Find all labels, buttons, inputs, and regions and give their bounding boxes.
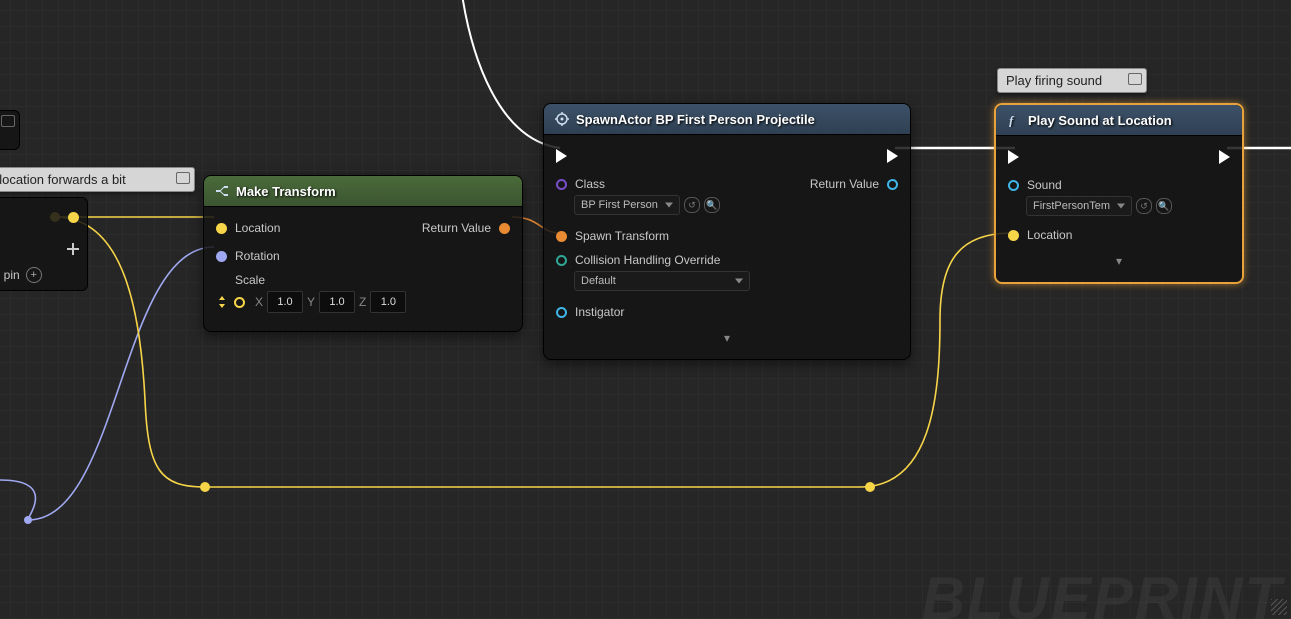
make-struct-icon [214,183,230,199]
add-pin-plus-icon[interactable]: + [26,267,42,283]
pin-label: Return Value [810,177,879,191]
pin-out-vector[interactable] [68,212,79,223]
pin-out-transform[interactable] [499,223,510,234]
axis-label-z: Z [359,295,366,309]
pin-in-collision[interactable] [556,255,567,266]
comment-bubble-icon [1128,73,1142,85]
spawn-icon [554,111,570,127]
pin-in-scale[interactable] [216,296,228,308]
pin-in-location[interactable] [216,223,227,234]
scale-y-input[interactable] [319,291,355,313]
node-fragment-top[interactable] [0,110,20,150]
comment-spawn-location[interactable]: wn location forwards a bit [0,167,195,192]
reset-icon[interactable]: ↺ [684,197,700,213]
blueprint-watermark: BLUEPRINT [922,564,1283,619]
node-header[interactable]: Make Transform [204,176,522,207]
pin-in-instigator[interactable] [556,307,567,318]
pin-label: Location [1027,228,1072,242]
node-header[interactable]: f Play Sound at Location [996,105,1242,136]
comment-play-sound[interactable]: Play firing sound [997,68,1147,93]
pin-label: Rotation [235,249,280,263]
comment-bubble-icon [176,172,190,184]
pin-label: Instigator [575,305,624,319]
pin-label: Scale [235,273,265,287]
node-play-sound[interactable]: f Play Sound at Location Sound FirstPers… [994,103,1244,284]
exec-pin-in[interactable] [1008,150,1019,164]
node-title: SpawnActor BP First Person Projectile [576,112,815,127]
exec-pin-out[interactable] [1219,150,1230,164]
node-title: Play Sound at Location [1028,113,1172,128]
expand-chevron-icon[interactable]: ▾ [1008,252,1230,270]
function-icon: f [1006,112,1022,128]
class-dropdown[interactable]: BP First Person [574,195,680,215]
pin-label: Location [235,221,280,235]
sound-dropdown[interactable]: FirstPersonTem [1026,196,1132,216]
resize-handle[interactable] [1271,599,1287,615]
pin-label: Sound [1027,178,1062,192]
pin-in-sound[interactable] [1008,180,1019,191]
node-make-transform[interactable]: Make Transform Location Return Value Rot… [203,175,523,332]
node-fragment-addpin[interactable]: Add pin + [0,197,88,291]
browse-icon[interactable]: 🔍 [1156,198,1172,214]
pin-in-spawn-transform[interactable] [556,231,567,242]
node-spawn-actor[interactable]: SpawnActor BP First Person Projectile Cl… [543,103,911,360]
pin-label: Class [575,177,605,191]
pin-in-scale-struct[interactable] [234,297,245,308]
comment-text: wn location forwards a bit [0,172,126,187]
pin-out-return[interactable] [887,179,898,190]
exec-pin-out[interactable] [887,149,898,163]
scale-x-input[interactable] [267,291,303,313]
pin-in-rotation[interactable] [216,251,227,262]
svg-text:f: f [1009,113,1015,127]
expand-chevron-icon[interactable]: ▾ [556,329,898,347]
pin-label: Spawn Transform [575,229,669,243]
add-pin-label[interactable]: Add pin [0,268,20,282]
node-title: Make Transform [236,184,336,199]
pin-label: Collision Handling Override [575,253,720,267]
reset-icon[interactable]: ↺ [1136,198,1152,214]
collision-dropdown[interactable]: Default [574,271,750,291]
plus-icon [67,243,79,255]
pin-label: Return Value [422,221,491,235]
pin-in-class[interactable] [556,179,567,190]
browse-icon[interactable]: 🔍 [704,197,720,213]
axis-label-x: X [255,295,263,309]
pin-in-location[interactable] [1008,230,1019,241]
node-header[interactable]: SpawnActor BP First Person Projectile [544,104,910,135]
scale-z-input[interactable] [370,291,406,313]
comment-text: Play firing sound [1006,73,1102,88]
comment-bubble-icon [1,115,15,127]
exec-pin-in[interactable] [556,149,567,163]
axis-label-y: Y [307,295,315,309]
